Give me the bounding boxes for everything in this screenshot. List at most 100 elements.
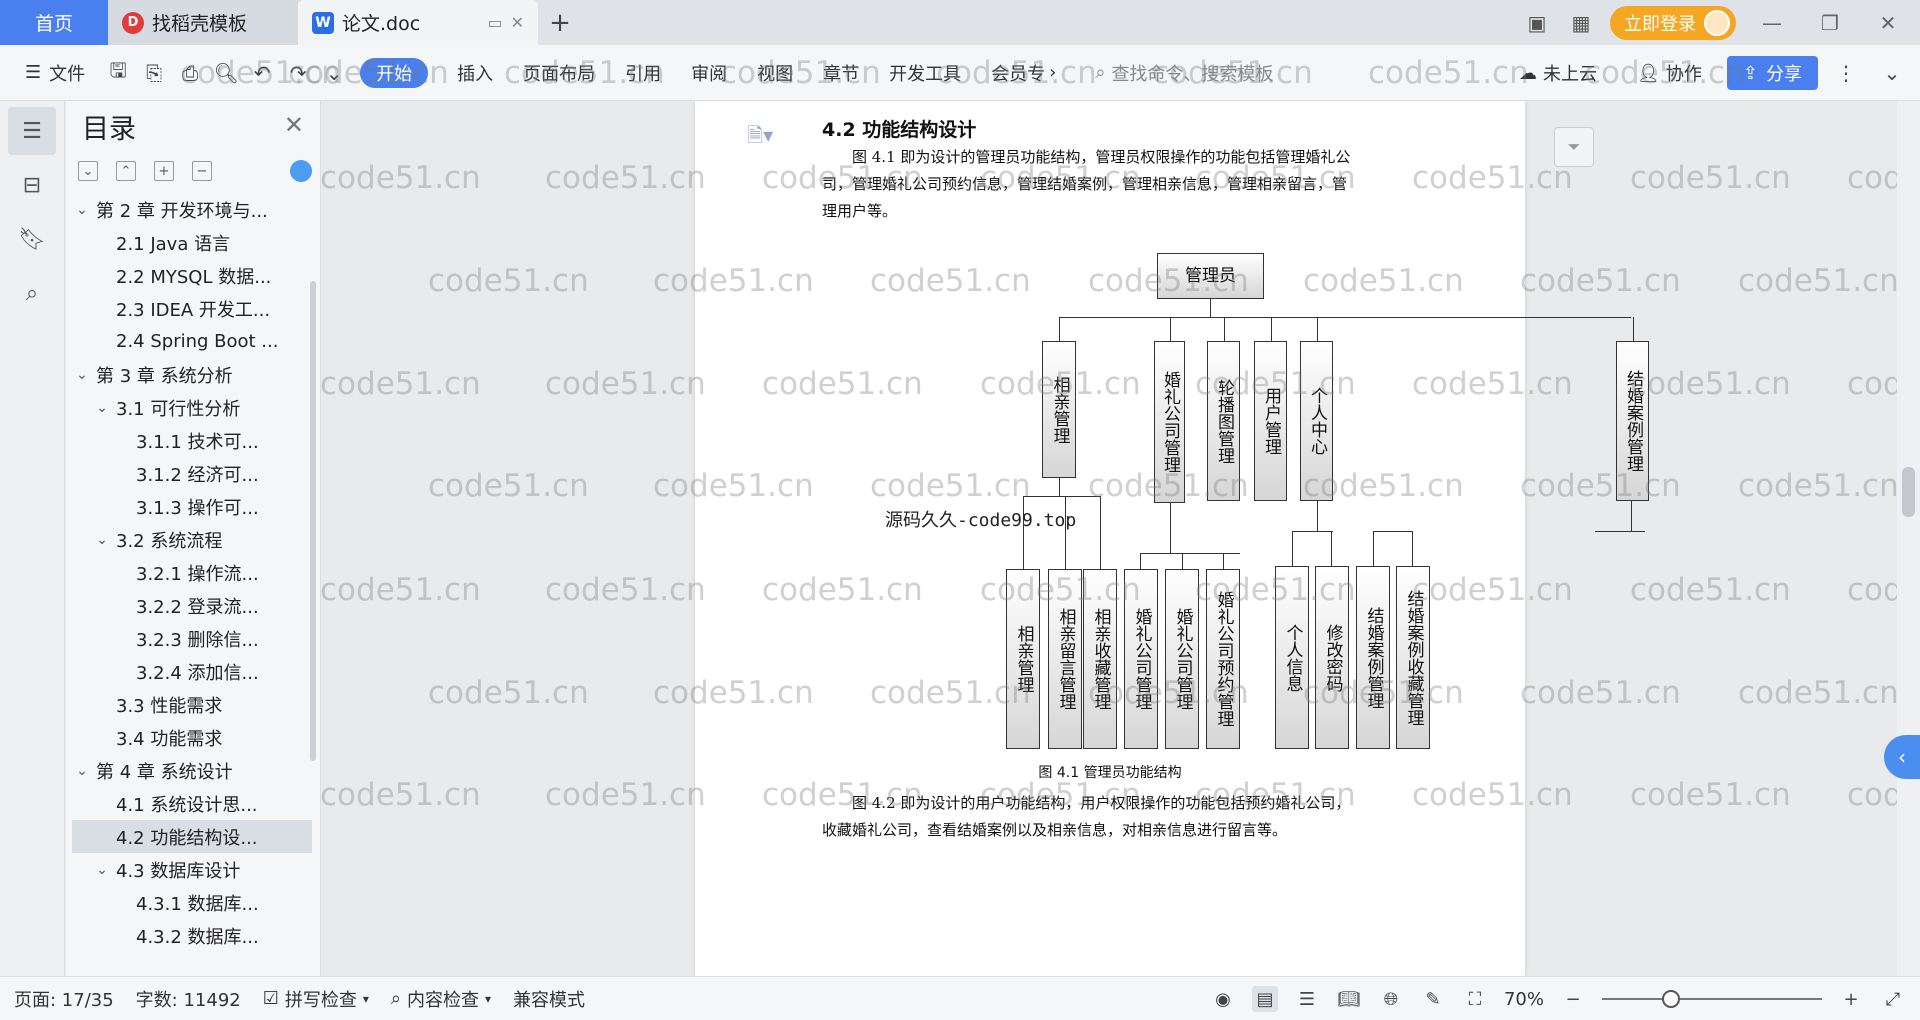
zoom-in-icon[interactable]: + [1838,986,1864,1012]
collapse-ribbon-icon[interactable]: ⌄ [1874,58,1910,88]
zoom-slider[interactable] [1602,990,1822,1008]
close-window-icon[interactable]: ✕ [1866,11,1910,35]
print-icon[interactable]: ⎙ [172,58,208,88]
zoom-level[interactable]: 70% [1504,989,1544,1010]
content-check-button[interactable]: ⌕ 内容检查 ▾ [391,986,491,1012]
tab-chapter[interactable]: 章节 [808,58,874,88]
toc-item[interactable]: 3.1.3 操作可... [72,490,312,523]
tab-review[interactable]: 审阅 [676,58,742,88]
command-search[interactable]: ⌕ 查找命令、搜索模板 [1085,60,1283,86]
chevron-down-icon[interactable]: ⌄ [92,862,112,878]
remove-heading-icon[interactable]: − [192,161,212,181]
close-tab-icon[interactable]: ✕ [511,13,524,32]
web-view-icon[interactable]: 🌐︎ [1378,986,1404,1012]
vertical-scrollbar[interactable] [1897,101,1920,976]
toc-item[interactable]: 3.2.1 操作流... [72,556,312,589]
toc-item[interactable]: 3.2.3 删除信... [72,622,312,655]
minimize-icon[interactable]: — [1750,11,1794,35]
toc-item[interactable]: 4.3.2 数据库... [72,919,312,952]
outline-view-icon[interactable]: ☰ [1294,986,1320,1012]
login-button[interactable]: 立即登录 [1610,5,1736,40]
chevron-down-icon[interactable]: ⌄ [72,367,92,383]
chevron-down-icon[interactable]: ⌄ [72,202,92,218]
export-pdf-icon[interactable]: ⎘ [136,58,172,88]
screen-icon[interactable]: ▭ [487,13,502,32]
tab-template[interactable]: D 找稻壳模板 [108,0,298,45]
toc-item[interactable]: 4.3.1 数据库... [72,886,312,919]
toc-item[interactable]: 2.1 Java 语言 [72,226,312,259]
toc-item[interactable]: ⌄ 第 3 章 系统分析 [72,358,312,391]
toc-item[interactable]: 3.2.4 添加信... [72,655,312,688]
more-dropdown-icon[interactable]: ⌄ [316,58,352,88]
redo-icon[interactable]: ↷ [280,58,316,88]
read-mode-icon[interactable]: 📖︎ [1336,986,1362,1012]
ai-assistant-icon[interactable] [290,160,312,182]
tab-dev-tools[interactable]: 开发工具 [874,58,976,88]
toc-item[interactable]: 2.2 MYSQL 数据... [72,259,312,292]
toc-item[interactable]: 3.1.2 经济可... [72,457,312,490]
save-icon[interactable]: 🖫 [100,58,136,88]
restore-icon[interactable]: ❐ [1808,11,1852,35]
cloud-status[interactable]: ☁ 未上云 [1504,58,1612,88]
toc-item[interactable]: 3.1.1 技术可... [72,424,312,457]
scrollbar-thumb[interactable] [1902,467,1915,517]
toc-item[interactable]: ⌄ 3.2 系统流程 [72,523,312,556]
tab-reference[interactable]: 引用 [610,58,676,88]
collab-button[interactable]: 👤︎ 协作 [1622,58,1717,88]
toc-item[interactable]: 3.3 性能需求 [72,688,312,721]
chevron-down-icon[interactable]: ⌄ [72,763,92,779]
toc-item[interactable]: 2.3 IDEA 开发工... [72,292,312,325]
tab-insert[interactable]: 插入 [442,58,508,88]
write-mode-icon[interactable]: ✎ [1420,986,1446,1012]
page-count[interactable]: 页面: 17/35 [14,986,114,1012]
side-panel-toggle-icon[interactable]: ‹ [1884,735,1920,779]
toc-item[interactable]: 4.1 系统设计思... [72,787,312,820]
chapter-nav-icon[interactable]: ⊟ [8,161,56,209]
document-page[interactable]: 🗎▾ 4.2 功能结构设计 图 4.1 即为设计的管理员功能结构，管理员权限操作… [695,101,1649,976]
fullscreen-icon[interactable]: ⤢ [1880,986,1906,1012]
tab-home[interactable]: 首页 [0,0,108,45]
tab-start[interactable]: 开始 [360,57,429,88]
more-vertical-icon[interactable]: ⋮ [1828,58,1864,88]
toc-item[interactable]: ⌄ 第 4 章 系统设计 [72,754,312,787]
undo-icon[interactable]: ↶ [244,58,280,88]
layout-icon[interactable]: ▣ [1522,8,1552,38]
new-tab-button[interactable]: + [538,0,582,45]
word-count[interactable]: 字数: 11492 [136,986,241,1012]
toc-panel-icon[interactable]: ☰ [8,107,56,155]
close-icon[interactable]: ✕ [284,111,304,139]
page-view-icon[interactable]: ▤ [1251,986,1278,1012]
toc-item[interactable]: 3.2.2 登录流... [72,589,312,622]
expand-all-icon[interactable]: ⌄ [78,161,98,181]
toc-item[interactable]: ⌄ 3.1 可行性分析 [72,391,312,424]
file-menu[interactable]: ☰ 文件 [10,58,100,88]
chevron-down-icon[interactable]: ⌄ [92,532,112,548]
toc-item[interactable]: ⌄ 第 2 章 开发环境与... [72,193,312,226]
toc-item[interactable]: ⌄ 4.3 数据库设计 [72,853,312,886]
toc-item[interactable]: 2.4 Spring Boot ... [72,325,312,358]
find-icon[interactable]: ⌕ [8,269,56,317]
zoom-slider-knob[interactable] [1662,990,1680,1008]
toc-item[interactable]: 3.4 功能需求 [72,721,312,754]
spell-check-button[interactable]: ☑ 拼写检查 ▾ [263,986,369,1012]
print-preview-icon[interactable]: 🔍︎ [208,58,244,88]
add-heading-icon[interactable]: + [154,161,174,181]
fit-page-icon[interactable]: ⛶ [1462,986,1488,1012]
tab-layout[interactable]: 页面布局 [508,58,610,88]
tab-document[interactable]: W 论文.doc ▭ ✕ [298,0,538,45]
filter-icon[interactable]: ⏷ [1554,127,1594,167]
bookmark-icon[interactable]: 🔖︎ [8,215,56,263]
toc-item-label: 2.2 MYSQL 数据... [116,266,272,288]
toc-item[interactable]: 4.2 功能结构设... [72,820,312,853]
document-canvas[interactable]: 🗎▾ 4.2 功能结构设计 图 4.1 即为设计的管理员功能结构，管理员权限操作… [322,101,1897,976]
collapse-all-icon[interactable]: ⌃ [116,161,136,181]
share-button[interactable]: ⇪ 分享 [1726,56,1818,90]
toc-scrollbar[interactable] [310,281,316,761]
zoom-out-icon[interactable]: − [1560,986,1586,1012]
tab-view[interactable]: 视图 [742,58,808,88]
tab-member-label: 会员专 [991,63,1046,85]
chevron-down-icon[interactable]: ⌄ [92,400,112,416]
grid-apps-icon[interactable]: ▦ [1566,8,1596,38]
tab-member[interactable]: 会员专 › [976,58,1071,88]
eye-protect-icon[interactable]: ◉ [1210,986,1236,1012]
